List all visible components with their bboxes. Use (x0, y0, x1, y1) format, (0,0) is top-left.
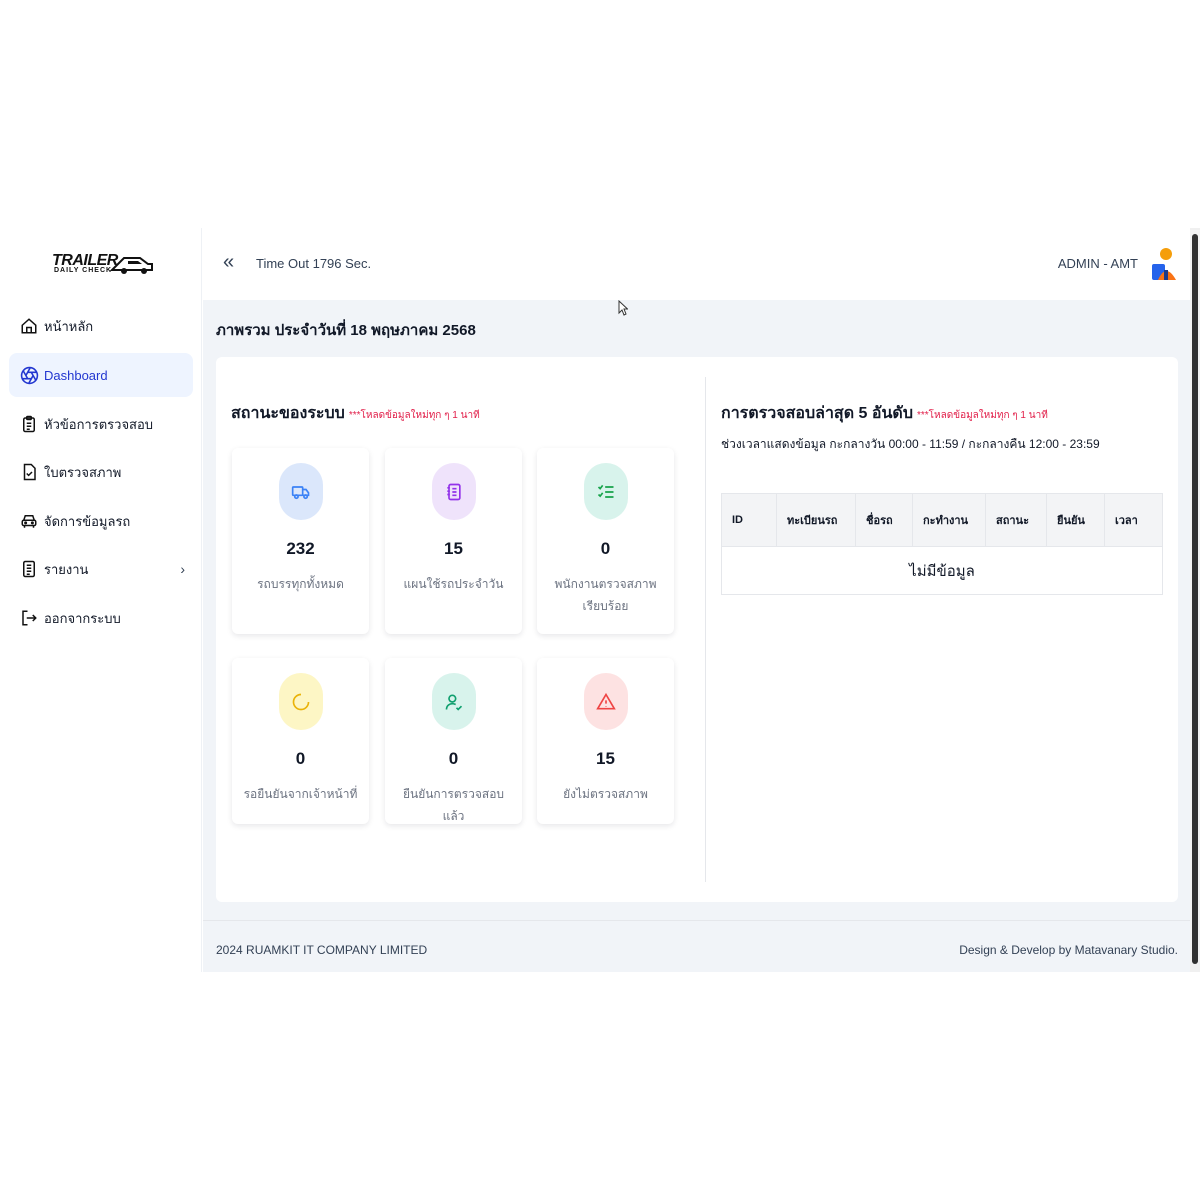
stat-caption: ยืนยันการตรวจสอบแล้ว (402, 787, 505, 823)
sidebar-item-label: หน้าหลัก (44, 318, 94, 334)
truck-logo-icon (110, 257, 153, 274)
stat-value: 15 (444, 539, 463, 558)
footer-credit: Design & Develop by Matavanary Studio. (959, 943, 1178, 957)
file-check-icon (19, 462, 39, 482)
stat-card-daily-plan[interactable]: 15 แผนใช้รถประจำวัน (385, 448, 522, 634)
sidebar: TRAILER DAILY CHECK หน้าหลัก Dashboard ห… (0, 228, 202, 972)
sidebar-item-label: Dashboard (44, 367, 108, 383)
checklist-icon (584, 463, 628, 520)
reload-note: ***โหลดข้อมูลใหม่ทุก ๆ 1 นาที (348, 410, 480, 421)
stat-card-confirmed[interactable]: 0 ยืนยันการตรวจสอบแล้ว (385, 658, 522, 824)
app-window: TRAILER DAILY CHECK หน้าหลัก Dashboard ห… (0, 228, 1200, 972)
latest-inspections-title: การตรวจสอบล่าสุด 5 อันดับ (721, 405, 913, 422)
session-timeout: Time Out 1796 Sec. (256, 256, 372, 271)
stat-card-inspected-staff[interactable]: 0 พนักงานตรวจสภาพเรียบร้อย (537, 448, 674, 634)
page-title: ภาพรวม ประจำวันที่ 18 พฤษภาคม 2568 (216, 322, 476, 339)
car-icon (19, 511, 39, 531)
dashboard-panel: สถานะของระบบ ***โหลดข้อมูลใหม่ทุก ๆ 1 นาท… (216, 357, 1178, 902)
footer-divider (203, 920, 1190, 921)
report-icon (19, 559, 39, 579)
main-content: ภาพรวม ประจำวันที่ 18 พฤษภาคม 2568 สถานะ… (203, 300, 1190, 972)
sidebar-item-logout[interactable]: ออกจากระบบ (9, 596, 193, 640)
stat-card-total-trucks[interactable]: 232 รถบรรทุกทั้งหมด (232, 448, 369, 634)
table-row: ไม่มีข้อมูล (721, 546, 1163, 595)
chevron-right-icon[interactable]: › (180, 561, 185, 577)
stat-caption: รถบรรทุกทั้งหมด (257, 577, 344, 591)
sidebar-item-label: ออกจากระบบ (44, 610, 121, 626)
stat-card-pending-confirm[interactable]: 0 รอยืนยันจากเจ้าหน้าที่ (232, 658, 369, 824)
system-status-heading: สถานะของระบบ ***โหลดข้อมูลใหม่ทุก ๆ 1 นาท… (231, 401, 480, 426)
mouse-cursor-icon (618, 300, 628, 316)
footer-copyright: 2024 RUAMKIT IT COMPANY LIMITED (216, 943, 428, 957)
stat-value: 232 (286, 539, 315, 558)
shift-time-range: ช่วงเวลาแสดงข้อมูล กะกลางวัน 00:00 - 11:… (721, 437, 1100, 451)
stat-caption: พนักงานตรวจสภาพเรียบร้อย (554, 577, 657, 613)
reload-note: ***โหลดข้อมูลใหม่ทุก ๆ 1 นาที (916, 410, 1048, 421)
stat-value: 15 (596, 749, 615, 768)
latest-inspections-heading: การตรวจสอบล่าสุด 5 อันดับ ***โหลดข้อมูลให… (721, 401, 1048, 426)
warning-icon (584, 673, 628, 730)
sidebar-item-label: หัวข้อการตรวจสอบ (44, 416, 154, 432)
loading-icon (279, 673, 323, 730)
scrollbar-thumb[interactable] (1192, 234, 1198, 964)
clipboard-list-icon (19, 414, 39, 434)
stat-value: 0 (600, 539, 611, 558)
empty-state: ไม่มีข้อมูล (721, 546, 1163, 595)
sidebar-item-label: ใบตรวจสภาพ (44, 464, 122, 480)
column-header[interactable]: ID (721, 493, 777, 547)
user-name[interactable]: ADMIN - AMT (1058, 256, 1138, 271)
sidebar-item-label: รายงาน (44, 561, 89, 577)
column-header[interactable]: เวลา (1104, 493, 1163, 547)
avatar[interactable] (1148, 244, 1180, 282)
sidebar-item-dashboard[interactable]: Dashboard (9, 353, 193, 397)
top-header: « Time Out 1796 Sec. ADMIN - AMT (203, 228, 1190, 300)
logout-icon (19, 608, 39, 628)
notebook-icon (432, 463, 476, 520)
sidebar-item-reports[interactable]: รายงาน › (9, 547, 193, 591)
column-header[interactable]: ชื่อรถ (855, 493, 913, 547)
column-header[interactable]: ยืนยัน (1046, 493, 1105, 547)
sidebar-item-inspection-sheet[interactable]: ใบตรวจสภาพ (9, 450, 193, 494)
table-header-row: ID ทะเบียนรถ ชื่อรถ กะทำงาน สถานะ ยืนยัน… (721, 493, 1163, 547)
sidebar-item-vehicles[interactable]: จัดการข้อมูลรถ (9, 499, 193, 543)
stat-caption: แผนใช้รถประจำวัน (403, 577, 504, 591)
logo-subtitle: DAILY CHECK (54, 267, 113, 274)
home-icon (19, 316, 39, 336)
stat-card-not-inspected[interactable]: 15 ยังไม่ตรวจสภาพ (537, 658, 674, 824)
stat-value: 0 (295, 749, 306, 768)
aperture-icon (19, 365, 39, 385)
sidebar-item-label: จัดการข้อมูลรถ (44, 513, 131, 529)
column-header[interactable]: กะทำงาน (912, 493, 986, 547)
sidebar-item-inspection-topics[interactable]: หัวข้อการตรวจสอบ (9, 402, 193, 446)
column-header[interactable]: ทะเบียนรถ (776, 493, 856, 547)
stat-caption: รอยืนยันจากเจ้าหน้าที่ (243, 787, 358, 801)
column-header[interactable]: สถานะ (985, 493, 1047, 547)
truck-icon (279, 463, 323, 520)
collapse-sidebar-button[interactable]: « (223, 252, 234, 272)
stat-caption: ยังไม่ตรวจสภาพ (563, 787, 648, 801)
user-check-icon (432, 673, 476, 730)
brand-logo[interactable]: TRAILER DAILY CHECK (50, 250, 154, 280)
stat-value: 0 (448, 749, 459, 768)
panel-divider (705, 377, 706, 882)
sidebar-item-home[interactable]: หน้าหลัก (9, 304, 193, 348)
latest-inspections-table: ID ทะเบียนรถ ชื่อรถ กะทำงาน สถานะ ยืนยัน… (721, 493, 1163, 595)
system-status-title: สถานะของระบบ (231, 405, 345, 422)
page-scrollbar[interactable] (1190, 228, 1200, 972)
